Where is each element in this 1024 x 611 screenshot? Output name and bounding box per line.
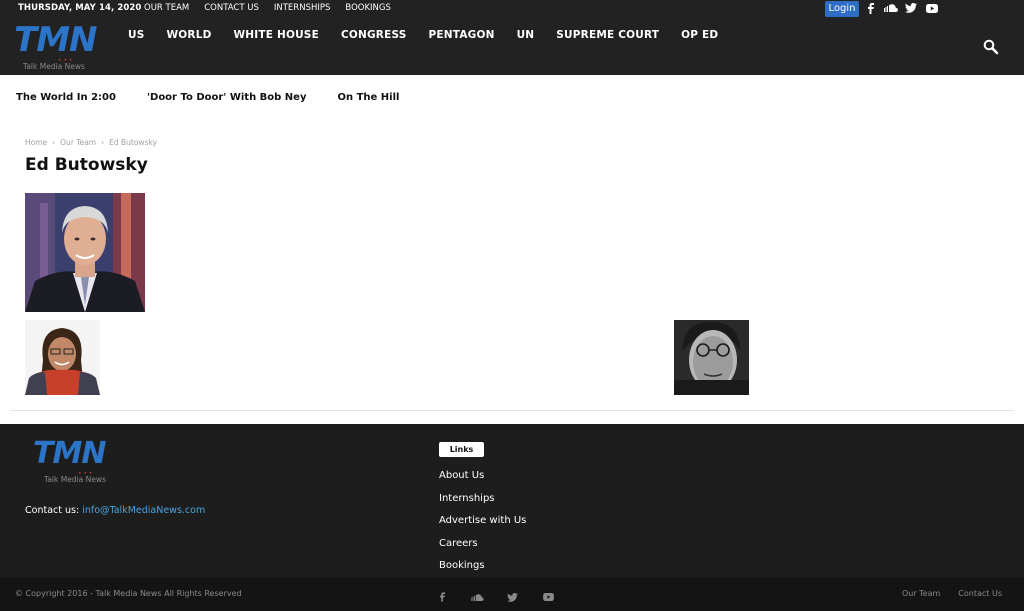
breadcrumb-current: Ed Butowsky bbox=[109, 138, 157, 147]
current-date: THURSDAY, MAY 14, 2020 bbox=[18, 3, 142, 13]
main-nav: US WORLD WHITE HOUSE CONGRESS PENTAGON U… bbox=[128, 29, 718, 41]
twitter-icon[interactable] bbox=[506, 591, 518, 603]
top-link-our-team[interactable]: OUR TEAM bbox=[144, 3, 189, 13]
footer-link-internships[interactable]: Internships bbox=[439, 493, 526, 516]
content-divider bbox=[10, 410, 1014, 411]
soundcloud-icon[interactable] bbox=[884, 2, 898, 14]
breadcrumb-our-team[interactable]: Our Team bbox=[60, 138, 96, 147]
subnav-item-door-to-door[interactable]: 'Door To Door' With Bob Ney bbox=[147, 92, 307, 103]
sub-nav: The World In 2:00 'Door To Door' With Bo… bbox=[16, 92, 399, 103]
team-member-photo[interactable] bbox=[25, 320, 100, 395]
bottom-link-contact-us[interactable]: Contact Us bbox=[958, 589, 1002, 598]
top-link-bookings[interactable]: BOOKINGS bbox=[345, 3, 390, 13]
footer-links-title: Links bbox=[439, 442, 484, 457]
site-logo[interactable]: TMN • • • Talk Media News bbox=[12, 20, 104, 72]
profile-photo bbox=[25, 193, 145, 312]
footer-contact: Contact us: info@TalkMediaNews.com bbox=[25, 505, 205, 516]
page-title: Ed Butowsky bbox=[25, 155, 148, 175]
subnav-item-on-the-hill[interactable]: On The Hill bbox=[337, 92, 399, 103]
footer-logo-text: TMN bbox=[33, 436, 106, 471]
soundcloud-icon[interactable] bbox=[470, 591, 484, 603]
nav-item-un[interactable]: UN bbox=[517, 29, 535, 41]
bottom-link-our-team[interactable]: Our Team bbox=[902, 589, 940, 598]
top-bar: THURSDAY, MAY 14, 2020 OUR TEAM CONTACT … bbox=[0, 0, 1024, 18]
footer-link-about-us[interactable]: About Us bbox=[439, 470, 526, 493]
contact-email-link[interactable]: info@TalkMediaNews.com bbox=[82, 505, 205, 516]
footer-links: About Us Internships Advertise with Us C… bbox=[439, 470, 526, 583]
bottom-bar: © Copyright 2016 - Talk Media News All R… bbox=[0, 578, 1024, 611]
top-link-internships[interactable]: INTERNSHIPS bbox=[274, 3, 331, 13]
nav-item-op-ed[interactable]: OP ED bbox=[681, 29, 718, 41]
nav-item-white-house[interactable]: WHITE HOUSE bbox=[234, 29, 319, 41]
contact-label: Contact us: bbox=[25, 505, 80, 516]
nav-item-congress[interactable]: CONGRESS bbox=[341, 29, 407, 41]
nav-item-world[interactable]: WORLD bbox=[167, 29, 212, 41]
bottom-links: Our Team Contact Us bbox=[902, 589, 1002, 598]
breadcrumb: Home › Our Team › Ed Butowsky bbox=[25, 138, 157, 147]
top-link-contact-us[interactable]: CONTACT US bbox=[204, 3, 259, 13]
footer: TMN • • • Talk Media News Contact us: in… bbox=[0, 424, 1024, 578]
login-button[interactable]: Login bbox=[825, 1, 859, 17]
search-icon[interactable] bbox=[983, 39, 999, 55]
breadcrumb-separator: › bbox=[52, 138, 56, 147]
main-header: TMN • • • Talk Media News US WORLD WHITE… bbox=[0, 18, 1024, 75]
facebook-icon[interactable] bbox=[438, 591, 446, 603]
nav-item-us[interactable]: US bbox=[128, 29, 145, 41]
breadcrumb-separator: › bbox=[101, 138, 105, 147]
footer-logo-tagline: Talk Media News bbox=[44, 475, 106, 484]
youtube-icon[interactable] bbox=[926, 2, 938, 14]
logo-tagline: Talk Media News bbox=[23, 62, 85, 71]
footer-logo[interactable]: TMN • • • Talk Media News bbox=[25, 436, 135, 490]
twitter-icon[interactable] bbox=[905, 2, 917, 14]
footer-link-advertise[interactable]: Advertise with Us bbox=[439, 515, 526, 538]
footer-link-careers[interactable]: Careers bbox=[439, 538, 526, 561]
nav-item-pentagon[interactable]: PENTAGON bbox=[429, 29, 495, 41]
top-links: OUR TEAM CONTACT US INTERNSHIPS BOOKINGS bbox=[144, 3, 391, 13]
copyright-text: © Copyright 2016 - Talk Media News All R… bbox=[15, 589, 242, 598]
youtube-icon[interactable] bbox=[542, 591, 554, 603]
subnav-item-world-in-2[interactable]: The World In 2:00 bbox=[16, 92, 116, 103]
breadcrumb-home[interactable]: Home bbox=[25, 138, 47, 147]
facebook-icon[interactable] bbox=[866, 2, 876, 14]
team-member-photo[interactable] bbox=[674, 320, 749, 395]
logo-text: TMN bbox=[14, 20, 97, 60]
nav-item-supreme-court[interactable]: SUPREME COURT bbox=[556, 29, 659, 41]
